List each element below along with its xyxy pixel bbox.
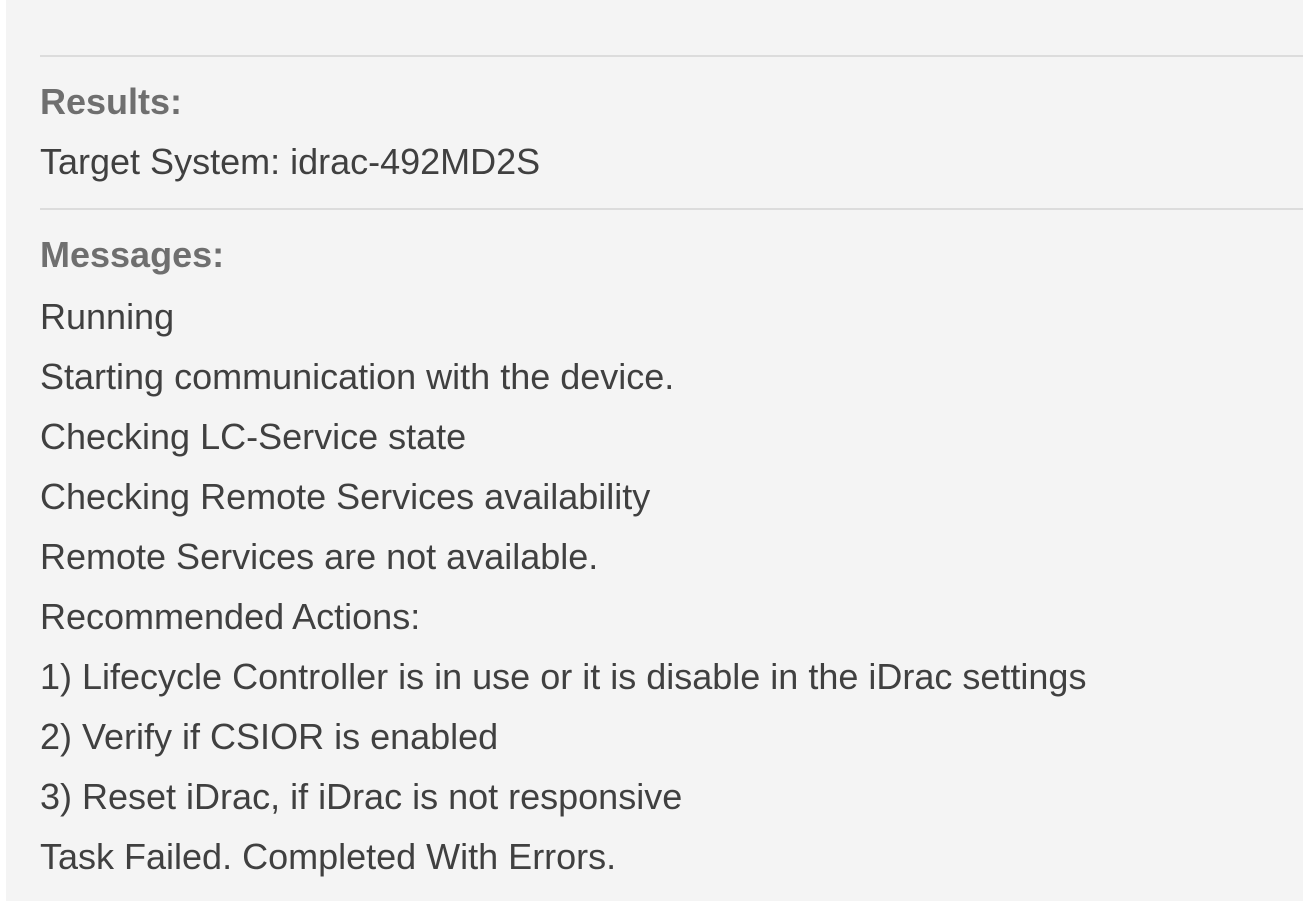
message-line: Recommended Actions: bbox=[40, 596, 421, 637]
results-heading: Results: bbox=[40, 81, 183, 122]
message-line: Remote Services are not available. bbox=[40, 536, 599, 577]
task-results-panel: Results: Target System: idrac-492MD2S Me… bbox=[6, 0, 1303, 901]
message-line: Checking Remote Services availability bbox=[40, 476, 651, 517]
messages-divider bbox=[40, 208, 1303, 210]
message-line: Checking LC-Service state bbox=[40, 416, 467, 457]
target-system-text: Target System: idrac-492MD2S bbox=[40, 141, 541, 182]
message-line: Task Failed. Completed With Errors. bbox=[40, 836, 617, 877]
messages-heading: Messages: bbox=[40, 234, 225, 275]
results-top-divider bbox=[40, 55, 1303, 57]
message-line: 1) Lifecycle Controller is in use or it … bbox=[40, 656, 1087, 697]
message-line: 2) Verify if CSIOR is enabled bbox=[40, 716, 499, 757]
message-line: Starting communication with the device. bbox=[40, 356, 675, 397]
message-line: Running bbox=[40, 296, 175, 337]
message-line: 3) Reset iDrac, if iDrac is not responsi… bbox=[40, 776, 683, 817]
